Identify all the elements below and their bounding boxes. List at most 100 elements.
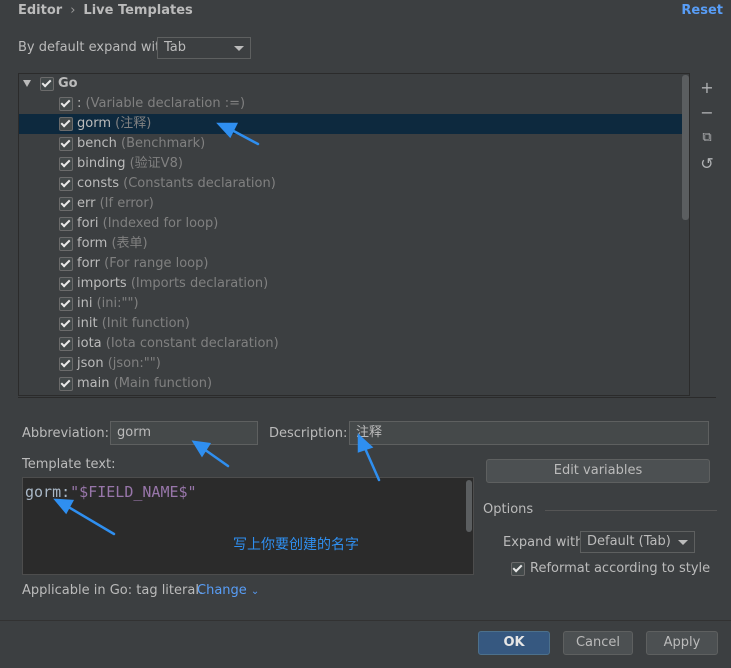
tree-item[interactable]: err (If error) [19,194,689,214]
chevron-down-icon [678,540,688,545]
template-description: (Init function) [101,316,190,331]
template-text-editor[interactable]: gorm:"$FIELD_NAME$" [22,477,474,575]
ok-button[interactable]: OK [478,631,550,655]
tree-item[interactable]: form (表单) [19,234,689,254]
template-checkbox[interactable] [59,357,73,371]
template-description: (Benchmark) [121,136,206,151]
tree-item[interactable]: bench (Benchmark) [19,134,689,154]
template-keyword: gorm [25,483,62,501]
template-checkbox[interactable] [59,317,73,331]
template-checkbox[interactable] [59,177,73,191]
expand-with-value: Default (Tab) [587,534,671,549]
options-title: Options [483,502,534,517]
template-abbreviation: consts [77,176,119,191]
expand-default-select[interactable]: Tab [157,37,251,59]
template-description: (Constants declaration) [123,176,276,191]
remove-icon[interactable]: − [699,105,715,121]
copy-icon[interactable]: ⧉ [699,130,715,146]
template-checkbox[interactable] [59,237,73,251]
editor-scrollbar[interactable] [466,480,472,532]
template-checkbox[interactable] [59,337,73,351]
tree-item[interactable]: gorm (注释) [19,114,689,134]
template-description: (验证V8) [129,156,183,171]
template-description: (If error) [99,196,154,211]
edit-variables-label: Edit variables [553,463,643,478]
template-checkbox[interactable] [59,297,73,311]
edit-variables-button[interactable]: Edit variables [486,459,710,483]
add-icon[interactable]: + [699,80,715,96]
tree-item[interactable]: fori (Indexed for loop) [19,214,689,234]
tree-item[interactable]: : (Variable declaration :=) [19,94,689,114]
template-abbreviation: bench [77,136,117,151]
tree-item[interactable]: iota (Iota constant declaration) [19,334,689,354]
group-checkbox[interactable] [40,77,54,91]
breadcrumb-current: Live Templates [83,3,193,18]
description-label: Description: [269,426,348,441]
tree-scrollbar[interactable] [682,75,689,220]
tree-item[interactable]: imports (Imports declaration) [19,274,689,294]
tree-item[interactable]: consts (Constants declaration) [19,174,689,194]
template-name: : (Variable declaration :=) [77,94,245,114]
template-description: (Variable declaration :=) [85,96,246,111]
reformat-checkbox[interactable] [511,562,525,576]
breadcrumb: Editor › Live Templates [18,3,193,18]
template-abbreviation: main [77,376,110,391]
template-checkbox[interactable] [59,137,73,151]
tree-item[interactable]: forr (For range loop) [19,254,689,274]
template-abbreviation: form [77,236,108,251]
description-input[interactable]: 注释 [349,421,709,445]
template-checkbox[interactable] [59,197,73,211]
templates-tree[interactable]: Go : (Variable declaration :=) gorm (注释) b… [18,73,690,396]
template-description: (Indexed for loop) [102,216,219,231]
chevron-down-icon: ⌄ [250,586,260,597]
template-checkbox[interactable] [59,257,73,271]
group-label: Go [58,76,78,91]
change-link-label: Change [197,583,247,598]
template-name: err (If error) [77,194,154,214]
template-checkbox[interactable] [59,277,73,291]
restore-icon[interactable]: ↺ [699,156,715,172]
tree-item[interactable]: init (Init function) [19,314,689,334]
tree-group-go[interactable]: Go [19,74,689,94]
apply-button[interactable]: Apply [646,631,718,655]
template-description: (Main function) [113,376,213,391]
template-name: gorm (注释) [77,114,151,134]
template-name: consts (Constants declaration) [77,174,276,194]
template-abbreviation: err [77,196,96,211]
abbreviation-input[interactable]: gorm [110,421,258,445]
expand-with-label: Expand with [503,535,584,550]
template-abbreviation: : [77,96,82,111]
abbreviation-label: Abbreviation: [22,426,110,441]
tree-item[interactable]: ini (ini:"") [19,294,689,314]
template-checkbox[interactable] [59,117,73,131]
template-description: (For range loop) [104,256,209,271]
expand-with-select[interactable]: Default (Tab) [580,531,695,553]
annotation-arrow [362,444,381,482]
section-divider [18,397,716,398]
template-checkbox[interactable] [59,157,73,171]
expand-triangle-icon[interactable] [23,80,31,87]
tree-item[interactable]: main (Main function) [19,374,689,394]
template-description: (表单) [111,236,148,251]
template-abbreviation: iota [77,336,102,351]
template-checkbox[interactable] [59,217,73,231]
cancel-button[interactable]: Cancel [563,631,633,655]
template-abbreviation: imports [77,276,127,291]
template-checkbox[interactable] [59,97,73,111]
template-abbreviation: forr [77,256,100,271]
template-description: (ini:"") [96,296,139,311]
tree-item[interactable]: json (json:"") [19,354,689,374]
template-name: binding (验证V8) [77,154,183,174]
template-abbreviation: ini [77,296,93,311]
template-name: forr (For range loop) [77,254,208,274]
template-name: bench (Benchmark) [77,134,205,154]
breadcrumb-separator: › [70,3,76,18]
breadcrumb-parent[interactable]: Editor [18,3,62,18]
tree-item[interactable]: binding (验证V8) [19,154,689,174]
template-abbreviation: binding [77,156,126,171]
change-link[interactable]: Change ⌄ [197,583,259,598]
template-checkbox[interactable] [59,377,73,391]
template-abbreviation: init [77,316,98,331]
reset-link[interactable]: Reset [681,3,723,18]
expand-default-label: By default expand with [18,40,169,55]
